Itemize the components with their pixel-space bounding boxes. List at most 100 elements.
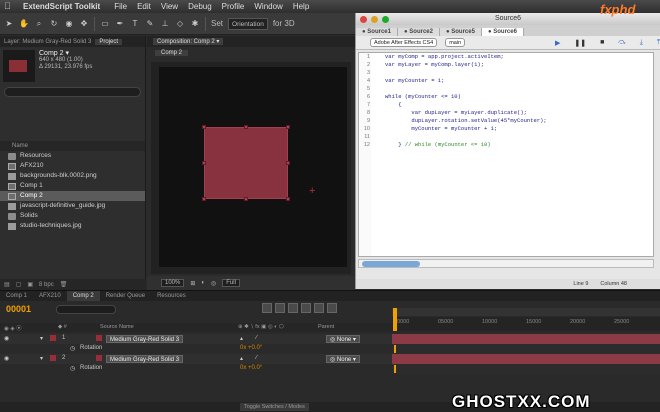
scroll-thumb[interactable]: [362, 261, 420, 267]
layer-duration-bar[interactable]: [392, 354, 660, 364]
tab-source5[interactable]: ● Source5: [439, 28, 482, 36]
text-tool-icon[interactable]: T: [130, 18, 140, 30]
timeline-tab[interactable]: Comp 1: [0, 291, 33, 301]
transform-handle[interactable]: [286, 197, 290, 201]
project-item[interactable]: Comp 1: [0, 181, 145, 191]
menu-debug[interactable]: Debug: [188, 2, 212, 11]
run-icon[interactable]: ▶: [555, 39, 560, 47]
visibility-eye-icon[interactable]: ◉: [4, 355, 9, 362]
code-line[interactable]: var dupLayer = myLayer.duplicate();: [385, 109, 547, 117]
project-item[interactable]: studio-techniques.jpg: [0, 221, 145, 231]
current-time-display[interactable]: 00001: [6, 304, 31, 314]
shy-switch-icon[interactable]: ▴: [240, 355, 243, 362]
anchor-point-icon[interactable]: +: [309, 186, 315, 197]
source-name-header[interactable]: Source Name: [100, 324, 134, 330]
code-line[interactable]: } // while (myCounter <= 10): [385, 141, 547, 149]
interpret-footage-icon[interactable]: ▤: [4, 281, 10, 288]
step-into-icon[interactable]: ⤓: [640, 39, 643, 47]
transform-handle[interactable]: [286, 125, 290, 129]
stopwatch-icon[interactable]: ◷: [70, 345, 75, 352]
puppet-tool-icon[interactable]: ✱: [190, 18, 200, 30]
quality-switch-icon[interactable]: ∕: [256, 335, 257, 341]
motion-blur-icon[interactable]: [314, 303, 324, 313]
timeline-tab[interactable]: AFX210: [33, 291, 67, 301]
tab-source6[interactable]: ● Source6: [481, 28, 524, 36]
horizontal-scrollbar[interactable]: [358, 259, 654, 268]
mask-icon[interactable]: ◐: [201, 280, 205, 286]
transform-handle[interactable]: [202, 125, 206, 129]
menu-window[interactable]: Window: [254, 2, 282, 11]
visibility-eye-icon[interactable]: ◉: [4, 335, 9, 342]
toggle-switches-modes-button[interactable]: Toggle Switches / Modes: [240, 403, 309, 411]
layer-name[interactable]: Medium Gray-Red Solid 3: [106, 335, 184, 343]
bit-depth-button[interactable]: 8 bpc: [39, 282, 54, 288]
transform-handle[interactable]: [202, 161, 206, 165]
property-row[interactable]: ◷ Rotation 0x +0.0°: [0, 344, 392, 354]
timeline-tab[interactable]: Render Queue: [100, 291, 151, 301]
pen-tool-icon[interactable]: ✒: [115, 18, 125, 30]
code-line[interactable]: var myComp = app.project.activeItem;: [385, 53, 547, 61]
new-comp-icon[interactable]: ▣: [27, 281, 33, 288]
layer-row[interactable]: ◉ ▾ 2 Medium Gray-Red Solid 3 ▴ ∕ ◎ None ▾: [0, 354, 392, 364]
transform-handle[interactable]: [202, 197, 206, 201]
timeline-search-input[interactable]: [56, 305, 116, 314]
work-area-bar[interactable]: [392, 308, 660, 316]
stop-icon[interactable]: ■: [600, 39, 604, 46]
menu-profile[interactable]: Profile: [222, 2, 245, 11]
project-item[interactable]: AFX210: [0, 161, 145, 171]
frame-blending-icon[interactable]: [301, 303, 311, 313]
layer-row[interactable]: ◉ ▾ 1 Medium Gray-Red Solid 3 ▴ ∕ ◎ None ▾: [0, 334, 392, 344]
property-track[interactable]: [392, 344, 660, 354]
quality-switch-icon[interactable]: ∕: [256, 355, 257, 361]
code-line[interactable]: [385, 133, 547, 141]
rectangle-tool-icon[interactable]: ▭: [100, 18, 110, 30]
code-line[interactable]: [385, 85, 547, 93]
apple-icon[interactable]: : [4, 2, 13, 11]
eraser-tool-icon[interactable]: ◇: [175, 18, 185, 30]
project-item[interactable]: Resources: [0, 151, 145, 161]
time-ruler[interactable]: 00000 05000 10000 15000 20000 25000: [392, 317, 660, 331]
selection-tool-icon[interactable]: ➤: [4, 18, 14, 30]
red-solid-layer[interactable]: [202, 125, 290, 201]
rotate-tool-icon[interactable]: ↻: [49, 18, 59, 30]
tab-source1[interactable]: ● Source1: [356, 28, 398, 36]
rotation-value[interactable]: 0x +0.0°: [240, 365, 262, 371]
composition-viewer[interactable]: +: [151, 62, 351, 274]
transform-handle[interactable]: [286, 161, 290, 165]
camera-snapshot-icon[interactable]: ◎: [211, 280, 216, 287]
tab-layer[interactable]: Layer: Medium Gray-Red Solid 3: [0, 39, 95, 45]
comp-canvas[interactable]: +: [159, 67, 347, 267]
new-folder-icon[interactable]: ▢: [16, 281, 22, 288]
engine-select[interactable]: main: [445, 38, 466, 47]
tab-source2[interactable]: ● Source2: [397, 28, 440, 36]
code-editor[interactable]: 1 2 3 4 5 6 7 8 9 10 11 12 var myComp = app.project…: [358, 52, 654, 257]
step-over-icon[interactable]: ⤼: [618, 39, 625, 47]
grid-icon[interactable]: ⊞: [190, 280, 195, 287]
label-color-swatch[interactable]: [50, 355, 56, 361]
tab-composition[interactable]: Composition: Comp 2 ▾: [153, 38, 224, 45]
project-item[interactable]: javascript-definitive_guide.jpg: [0, 201, 145, 211]
property-track[interactable]: [392, 364, 660, 374]
orientation-select[interactable]: Orientation: [228, 17, 268, 30]
twirl-arrow-icon[interactable]: ▾: [40, 355, 43, 362]
transform-handle[interactable]: [244, 125, 248, 129]
pan-behind-tool-icon[interactable]: ✥: [79, 18, 89, 30]
code-line[interactable]: var myLayer = myComp.layer(1);: [385, 61, 547, 69]
parent-header[interactable]: Parent: [318, 324, 334, 330]
code-line[interactable]: while (myCounter <= 10): [385, 93, 547, 101]
stopwatch-icon[interactable]: ◷: [70, 365, 75, 372]
project-item[interactable]: backgrounds-blk.0002.png: [0, 171, 145, 181]
hide-shy-icon[interactable]: [288, 303, 298, 313]
zoom-select[interactable]: 100%: [161, 279, 185, 287]
graph-editor-icon[interactable]: [327, 303, 337, 313]
menu-view[interactable]: View: [161, 2, 178, 11]
twirl-arrow-icon[interactable]: ▾: [40, 335, 43, 342]
shy-switch-icon[interactable]: ▴: [240, 335, 243, 342]
keyframe-marker[interactable]: [394, 345, 396, 353]
zoom-tool-icon[interactable]: ⌕: [34, 18, 44, 30]
tab-comp-2[interactable]: Comp 2: [155, 49, 189, 56]
pause-icon[interactable]: ❚❚: [574, 39, 586, 47]
keyframe-marker[interactable]: [394, 365, 396, 373]
hand-tool-icon[interactable]: ✋: [19, 18, 29, 30]
parent-select[interactable]: ◎ None ▾: [326, 355, 360, 363]
